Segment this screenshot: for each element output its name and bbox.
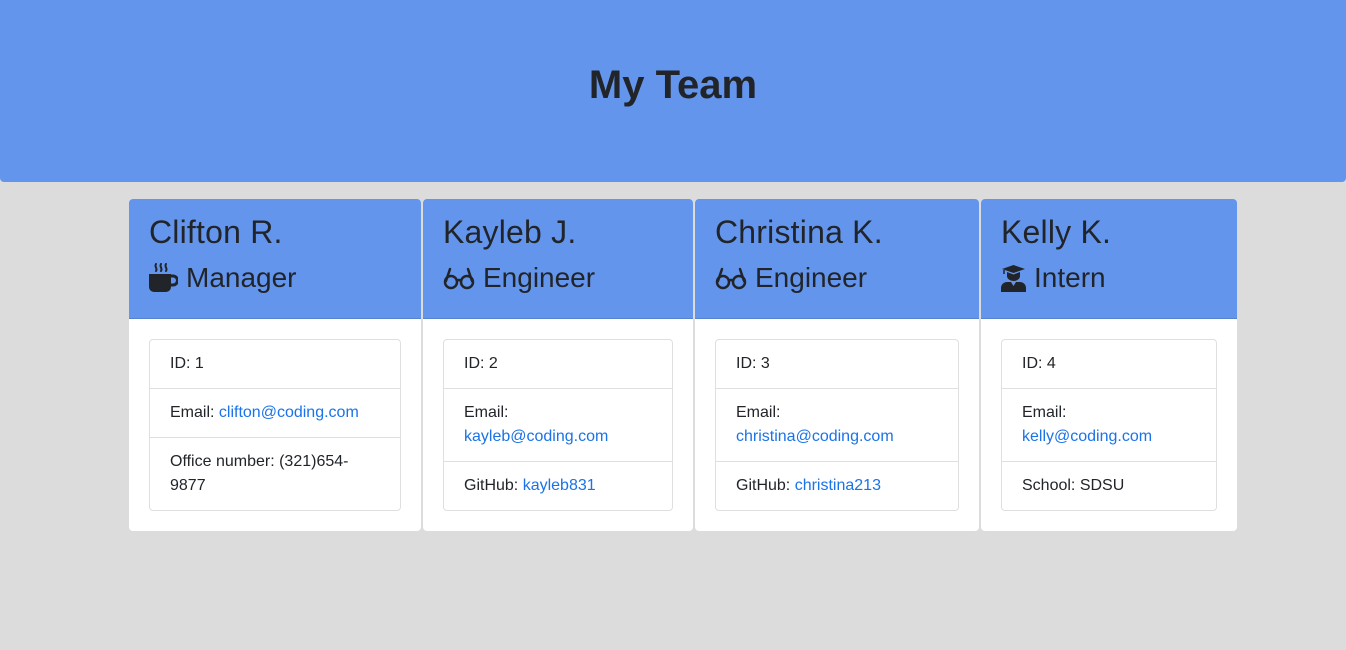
role-label: Engineer <box>483 262 596 293</box>
school-item: School: SDSU <box>1002 462 1216 510</box>
card-body: ID: 2 Email: kayleb@coding.com GitHub: k… <box>423 319 693 531</box>
email-item: Email: kelly@coding.com <box>1002 389 1216 462</box>
employee-name: Kayleb J. <box>443 214 577 250</box>
email-link[interactable]: kelly@coding.com <box>1022 428 1152 445</box>
info-list: ID: 1 Email: clifton@coding.com Office n… <box>149 339 401 511</box>
id-label: ID: <box>1022 355 1043 372</box>
card-header: Kayleb J. Engineer <box>423 199 693 319</box>
office-number-value-line2: 9877 <box>170 477 206 494</box>
email-item: Email: kayleb@coding.com <box>444 389 672 462</box>
info-list: ID: 4 Email: kelly@coding.com School: SD… <box>1001 339 1217 511</box>
email-label: Email: <box>736 404 781 421</box>
id-label: ID: <box>464 355 485 372</box>
employee-role: Engineer <box>715 260 959 296</box>
employee-role: Engineer <box>443 260 673 296</box>
github-item: GitHub: christina213 <box>716 462 958 510</box>
office-number-item: Office number: (321)654- 9877 <box>150 438 400 510</box>
id-item: ID: 3 <box>716 340 958 389</box>
employee-name: Clifton R. <box>149 214 283 250</box>
glasses-icon <box>715 266 747 290</box>
employee-role: Intern <box>1001 260 1217 296</box>
employee-card-engineer: Christina K. Engineer ID: 3 Email: chris… <box>695 199 979 531</box>
role-label: Manager <box>186 262 297 293</box>
id-label: ID: <box>736 355 757 372</box>
id-value: 3 <box>760 355 770 372</box>
card-body: ID: 4 Email: kelly@coding.com School: SD… <box>981 319 1237 531</box>
id-item: ID: 4 <box>1002 340 1216 389</box>
github-link[interactable]: kayleb831 <box>523 477 596 494</box>
office-number-value-line1: (321)654- <box>279 453 349 470</box>
email-label: Email: <box>170 404 215 421</box>
id-item: ID: 1 <box>150 340 400 389</box>
employee-name: Christina K. <box>715 214 883 250</box>
id-value: 4 <box>1046 355 1056 372</box>
info-list: ID: 3 Email: christina@coding.com GitHub… <box>715 339 959 511</box>
email-link[interactable]: christina@coding.com <box>736 428 894 445</box>
employee-name: Kelly K. <box>1001 214 1112 250</box>
card-body: ID: 3 Email: christina@coding.com GitHub… <box>695 319 979 531</box>
header-banner: My Team <box>0 0 1346 182</box>
role-label: Intern <box>1034 262 1106 293</box>
github-label: GitHub: <box>464 477 519 494</box>
employee-role: Manager <box>149 260 401 296</box>
card-header: Clifton R. Manager <box>129 199 421 319</box>
info-list: ID: 2 Email: kayleb@coding.com GitHub: k… <box>443 339 673 511</box>
id-value: 1 <box>194 355 204 372</box>
card-body: ID: 1 Email: clifton@coding.com Office n… <box>129 319 421 531</box>
id-item: ID: 2 <box>444 340 672 389</box>
email-item: Email: christina@coding.com <box>716 389 958 462</box>
mug-hot-icon <box>149 263 178 293</box>
glasses-icon <box>443 266 475 290</box>
office-number-label: Office number: <box>170 453 275 470</box>
github-label: GitHub: <box>736 477 791 494</box>
school-label: School: <box>1022 477 1076 494</box>
employee-card-intern: Kelly K. Intern ID: 4 Email: kelly@codin… <box>981 199 1237 531</box>
github-item: GitHub: kayleb831 <box>444 462 672 510</box>
id-value: 2 <box>488 355 498 372</box>
employee-card-manager: Clifton R. Manager ID: 1 Email: clifton@… <box>129 199 421 531</box>
page-title: My Team <box>588 62 758 107</box>
github-link[interactable]: christina213 <box>795 477 881 494</box>
email-label: Email: <box>464 404 509 421</box>
card-header: Kelly K. Intern <box>981 199 1237 319</box>
email-label: Email: <box>1022 404 1067 421</box>
id-label: ID: <box>170 355 191 372</box>
school-value: SDSU <box>1079 477 1125 494</box>
employee-card-engineer: Kayleb J. Engineer ID: 2 Email: kayleb@c… <box>423 199 693 531</box>
role-label: Engineer <box>755 262 868 293</box>
user-graduate-icon <box>1001 264 1026 292</box>
email-item: Email: clifton@coding.com <box>150 389 400 438</box>
card-header: Christina K. Engineer <box>695 199 979 319</box>
email-link[interactable]: clifton@coding.com <box>219 404 359 421</box>
email-link[interactable]: kayleb@coding.com <box>464 428 608 445</box>
